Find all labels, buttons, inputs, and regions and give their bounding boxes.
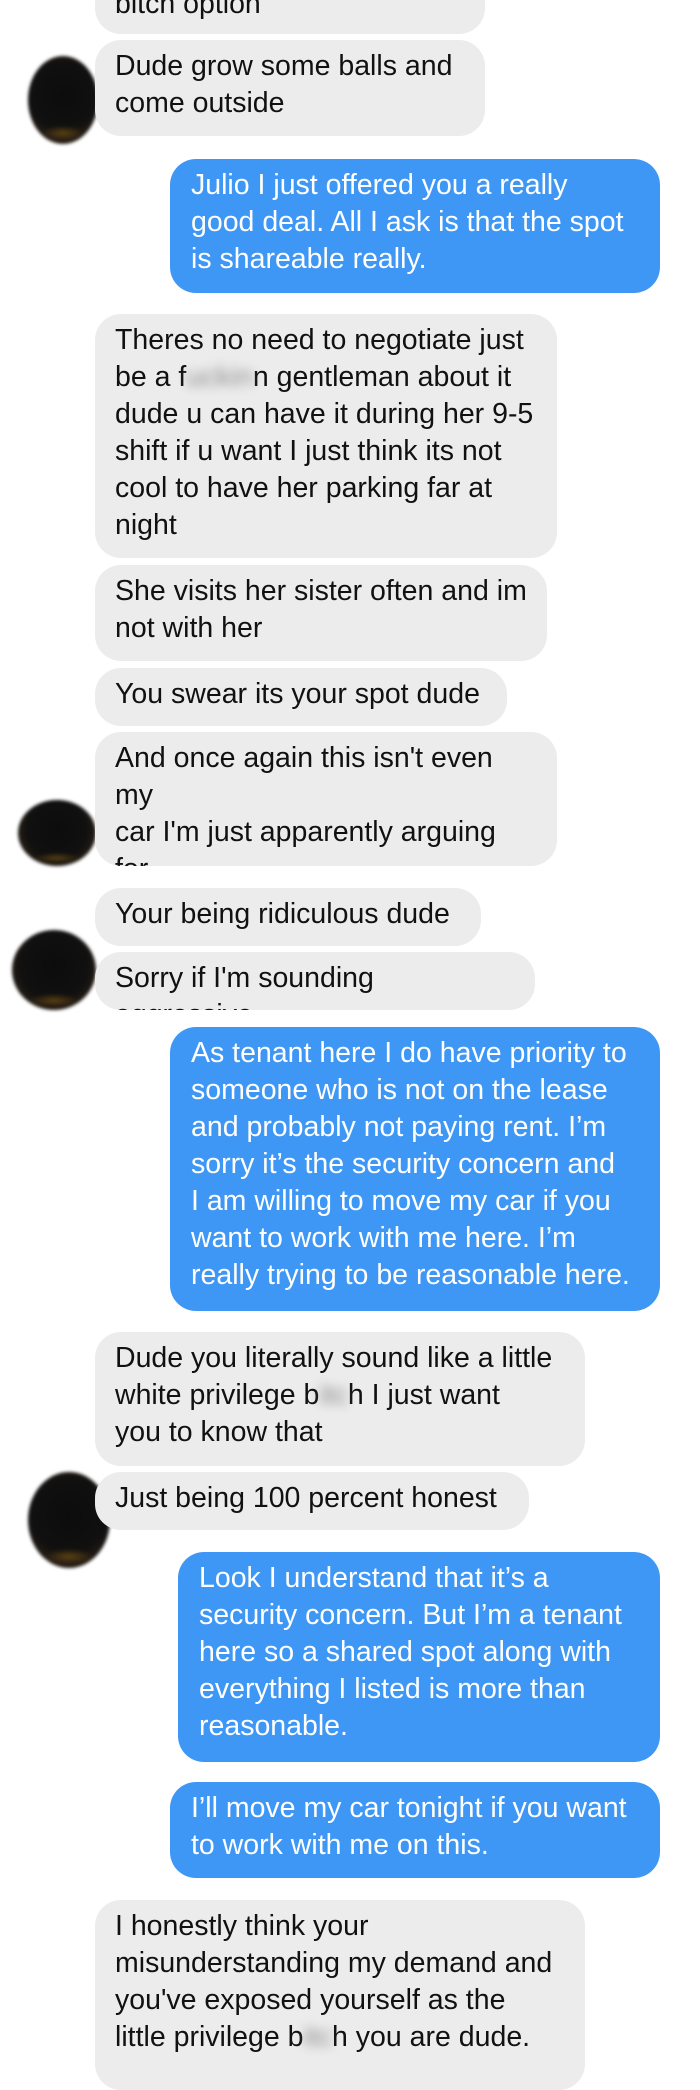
incoming-message[interactable]: Theres no need to negotiate just be a fu…: [95, 314, 557, 558]
message-text: Your being ridiculous dude: [115, 898, 450, 930]
outgoing-message[interactable]: As tenant here I do have priority to som…: [170, 1027, 660, 1311]
message-text: bitch option: [115, 0, 261, 20]
incoming-message[interactable]: Dude grow some balls and come outside: [95, 40, 485, 136]
message-text: Sorry if I'm sounding aggressive: [115, 962, 374, 1010]
message-text: Just being 100 percent honest: [115, 1482, 497, 1514]
contact-avatar[interactable]: [28, 56, 98, 144]
incoming-message[interactable]: Just being 100 percent honest: [95, 1472, 529, 1530]
outgoing-message[interactable]: Julio I just offered you a really good d…: [170, 159, 660, 293]
incoming-message[interactable]: I honestly think your misunderstanding m…: [95, 1900, 585, 2090]
message-text: Look I understand that it’s a security c…: [199, 1562, 622, 1742]
message-text: And once again this isn't even my car I'…: [115, 742, 496, 866]
incoming-message[interactable]: She visits her sister often and im not w…: [95, 565, 547, 661]
contact-avatar[interactable]: [12, 930, 96, 1010]
censored-word: itc: [319, 1379, 348, 1411]
message-text: I’ll move my car tonight if you want to …: [191, 1792, 627, 1861]
incoming-message[interactable]: Dude you literally sound like a little w…: [95, 1332, 585, 1466]
message-text: Dude grow some balls and come outside: [115, 50, 453, 119]
censored-word: itc: [303, 2021, 333, 2053]
outgoing-message[interactable]: I’ll move my car tonight if you want to …: [170, 1782, 660, 1878]
message-text: h you are dude.: [332, 2021, 531, 2053]
incoming-message[interactable]: You swear its your spot dude: [95, 668, 507, 726]
incoming-message[interactable]: And once again this isn't even my car I'…: [95, 732, 557, 866]
message-thread: bitch option Dude grow some balls and co…: [0, 0, 700, 2090]
incoming-message[interactable]: Your being ridiculous dude: [95, 888, 481, 946]
message-text: You swear its your spot dude: [115, 678, 480, 710]
censored-word: uckin: [186, 361, 253, 393]
message-text: She visits her sister often and im not w…: [115, 575, 527, 644]
contact-avatar[interactable]: [18, 800, 96, 866]
message-text: Julio I just offered you a really good d…: [191, 169, 624, 275]
incoming-message[interactable]: bitch option: [95, 0, 485, 34]
message-text: As tenant here I do have priority to som…: [191, 1037, 630, 1291]
incoming-message[interactable]: Sorry if I'm sounding aggressive: [95, 952, 535, 1010]
outgoing-message[interactable]: Look I understand that it’s a security c…: [178, 1552, 660, 1762]
